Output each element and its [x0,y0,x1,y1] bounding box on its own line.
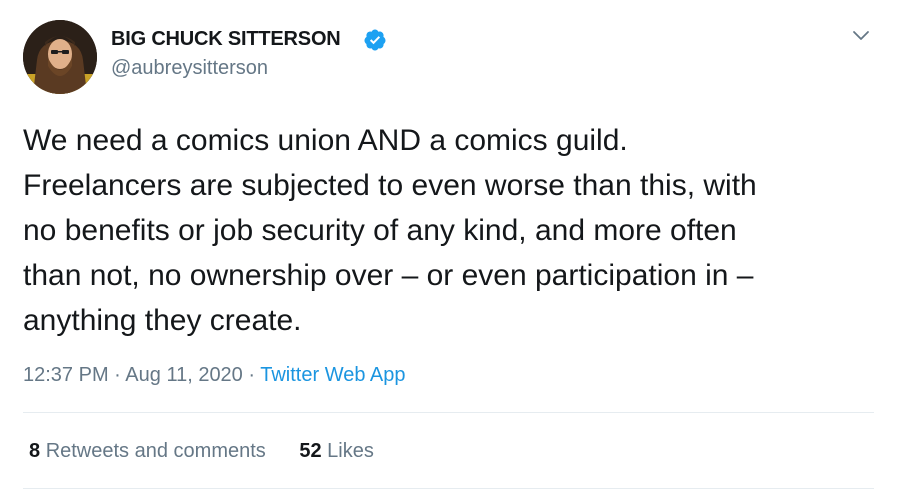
divider [23,412,874,413]
divider [23,488,874,489]
tweet-text: We need a comics union AND a comics guil… [23,124,757,337]
likes-label: Likes [327,440,374,462]
likes-stat[interactable]: 52 Likes [299,440,374,462]
meta-separator: · [114,364,121,386]
author-handle[interactable]: @aubreysitterson [111,57,268,80]
retweets-count: 8 [29,440,41,462]
retweets-label: Retweets and comments [45,440,266,462]
tweet-meta: 12:37 PM · Aug 11, 2020 · Twitter Web Ap… [23,364,406,387]
avatar-photo [23,20,97,94]
tweet-time[interactable]: 12:37 PM [23,364,109,386]
tweet-stats: 8 Retweets and comments 52 Likes [29,440,374,463]
likes-count: 52 [299,440,322,462]
retweets-stat[interactable]: 8 Retweets and comments [29,440,266,462]
tweet-card: BIG CHUCK SITTERSON @aubreysitterson We … [0,0,899,492]
tweet-source-link[interactable]: Twitter Web App [260,364,405,386]
chevron-down-icon[interactable] [851,28,871,44]
avatar[interactable] [23,20,97,94]
author-name[interactable]: BIG CHUCK SITTERSON [111,28,341,51]
tweet-date[interactable]: Aug 11, 2020 [125,364,243,386]
verified-badge-icon [364,29,386,51]
meta-separator: · [248,364,256,386]
